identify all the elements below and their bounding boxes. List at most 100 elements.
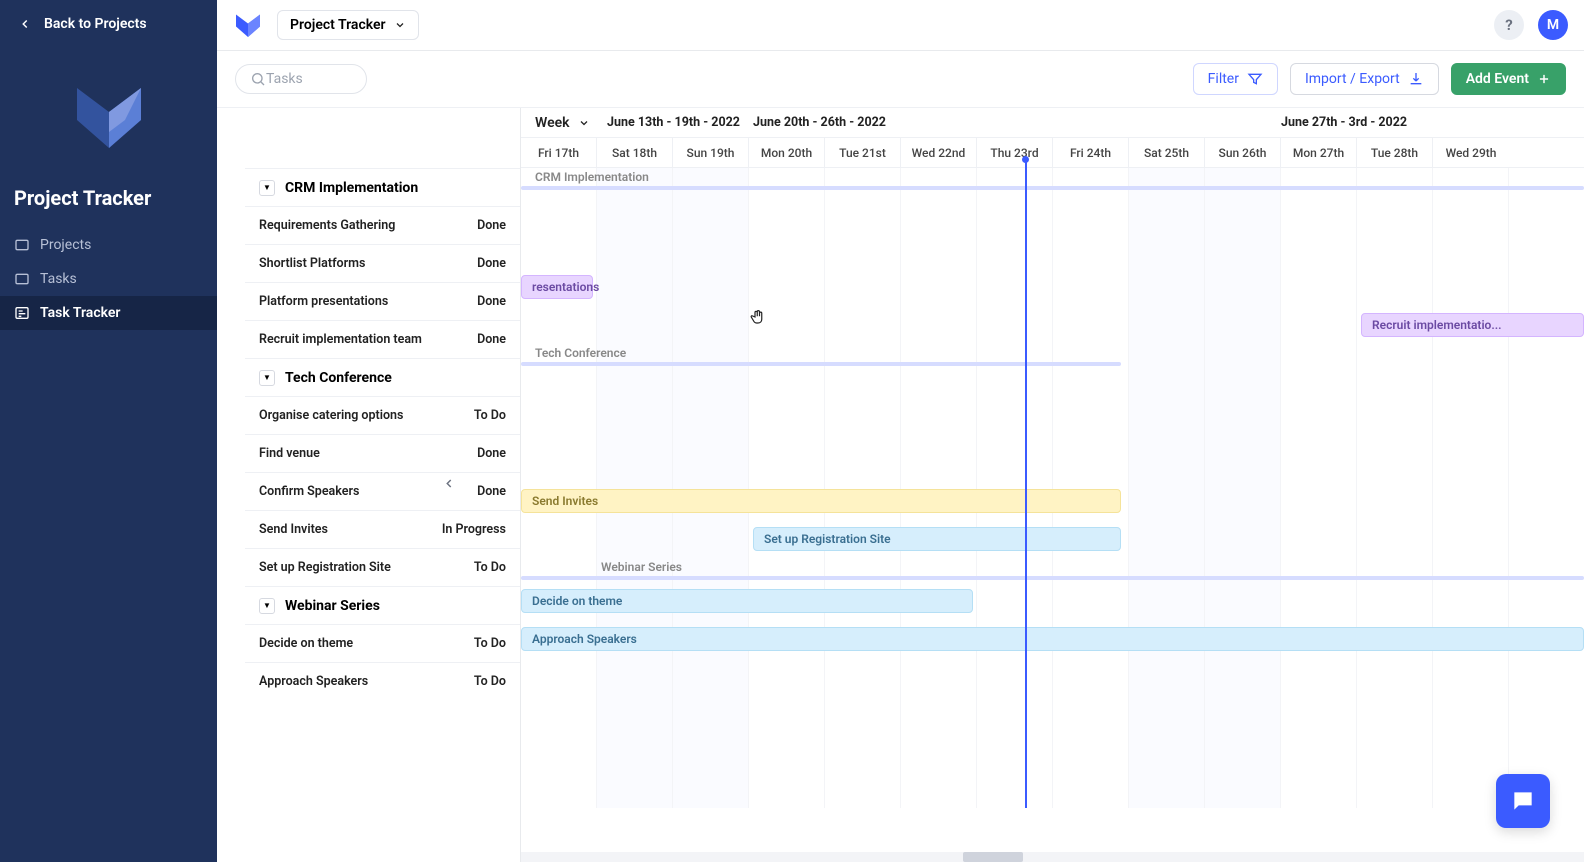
sidebar-item-tasks[interactable]: Tasks [0, 262, 217, 296]
chat-launcher[interactable] [1496, 774, 1550, 828]
timeline-group-label: CRM Implementation [535, 170, 649, 184]
task-status: Done [477, 484, 506, 499]
week-range-label: June 20th - 26th - 2022 [753, 115, 886, 130]
day-header: Fri 17thSat 18thSun 19thMon 20thTue 21st… [521, 138, 1584, 168]
day-header-cell: Tue 28th [1357, 138, 1433, 167]
back-to-projects[interactable]: Back to Projects [0, 0, 217, 48]
task-status: Done [477, 446, 506, 461]
task-name: Decide on theme [259, 636, 353, 651]
task-row[interactable]: Platform presentations Done [245, 282, 520, 320]
caret-down-icon: ▼ [259, 180, 275, 196]
caret-down-icon: ▼ [259, 370, 275, 386]
add-event-button[interactable]: Add Event [1451, 63, 1566, 95]
sidebar-item-label: Tasks [40, 271, 77, 287]
filter-icon [1247, 71, 1263, 87]
task-name: Requirements Gathering [259, 218, 395, 233]
sidebar-item-label: Task Tracker [40, 305, 120, 321]
group-name: Webinar Series [285, 598, 380, 614]
day-header-cell: Sun 26th [1205, 138, 1281, 167]
task-row[interactable]: Shortlist Platforms Done [245, 244, 520, 282]
task-row[interactable]: Decide on theme To Do [245, 624, 520, 662]
plus-icon [1537, 72, 1551, 86]
filter-label: Filter [1208, 71, 1239, 87]
task-row[interactable]: Confirm Speakers Done [245, 472, 520, 510]
timeline[interactable]: Week June 13th - 19th - 2022 June 20th -… [521, 108, 1584, 862]
timescale-select[interactable]: Week [535, 115, 590, 131]
project-name: Project Tracker [290, 17, 386, 33]
project-selector[interactable]: Project Tracker [277, 10, 419, 40]
help-button[interactable]: ? [1494, 10, 1524, 40]
scrollbar-thumb[interactable] [963, 852, 1023, 862]
horizontal-scrollbar[interactable] [493, 852, 1584, 862]
week-range-label: June 27th - 3rd - 2022 [1281, 115, 1407, 130]
bar-platform-presentations[interactable]: resentations [521, 275, 593, 299]
task-row[interactable]: Set up Registration Site To Do [245, 548, 520, 586]
task-name: Send Invites [259, 522, 328, 537]
task-row[interactable]: Approach SpeakersTo Do [245, 662, 520, 700]
day-header-cell: Fri 24th [1053, 138, 1129, 167]
task-status: Done [477, 332, 506, 347]
toolbar: Filter Import / Export Add Event [217, 51, 1584, 107]
bar-send-invites[interactable]: Send Invites [521, 489, 1121, 513]
list-icon [14, 271, 30, 287]
download-icon [1408, 71, 1424, 87]
bar-setup-registration[interactable]: Set up Registration Site [753, 527, 1121, 551]
gantt-icon [14, 305, 30, 321]
task-status: Done [477, 218, 506, 233]
list-icon [14, 237, 30, 253]
bar-approach-speakers[interactable]: Approach Speakers [521, 627, 1584, 651]
task-status: To Do [474, 636, 506, 651]
task-row[interactable]: Requirements Gathering Done [245, 206, 520, 244]
hand-cursor-icon [749, 308, 767, 330]
task-name: Confirm Speakers [259, 484, 359, 499]
group-header-webinar[interactable]: ▼ Webinar Series [245, 586, 520, 624]
add-label: Add Event [1466, 71, 1529, 87]
chevron-down-icon [394, 19, 406, 31]
filter-button[interactable]: Filter [1193, 63, 1278, 95]
task-status: To Do [474, 674, 506, 689]
chevron-left-icon [18, 17, 32, 31]
today-indicator [1025, 162, 1027, 808]
day-header-cell: Sat 18th [597, 138, 673, 167]
week-range-label: June 13th - 19th - 2022 [607, 115, 740, 130]
task-status: In Progress [442, 522, 506, 537]
sidebar-item-task-tracker[interactable]: Task Tracker [0, 296, 217, 330]
group-header-tech[interactable]: ▼ Tech Conference [245, 358, 520, 396]
group-track [521, 576, 1584, 580]
timeline-group-label: Tech Conference [535, 346, 626, 360]
day-header-cell: Sun 19th [673, 138, 749, 167]
day-header-cell: Wed 29th [1433, 138, 1509, 167]
bar-decide-theme[interactable]: Decide on theme [521, 589, 973, 613]
task-row[interactable]: Organise catering optionsTo Do [245, 396, 520, 434]
search-input-wrap[interactable] [235, 64, 367, 94]
search-input[interactable] [266, 71, 346, 87]
caret-down-icon: ▼ [259, 598, 275, 614]
fox-logo-icon [69, 76, 149, 156]
day-header-cell: Thu 23rd [977, 138, 1053, 167]
task-name: Platform presentations [259, 294, 388, 309]
timeline-group-label: Webinar Series [601, 560, 682, 574]
task-row[interactable]: Send Invites In Progress [245, 510, 520, 548]
tasklist-panel: ▼ CRM Implementation Requirements Gather… [245, 108, 521, 862]
avatar[interactable]: M [1538, 10, 1568, 40]
sidebar-item-projects[interactable]: Projects [0, 228, 217, 262]
task-name: Shortlist Platforms [259, 256, 365, 271]
import-label: Import / Export [1305, 71, 1400, 87]
task-name: Set up Registration Site [259, 560, 391, 575]
task-status: Done [477, 294, 506, 309]
sidebar-title: Project Tracker [0, 174, 217, 228]
task-row[interactable]: Recruit implementation team Done [245, 320, 520, 358]
task-name: Recruit implementation team [259, 332, 422, 347]
chat-icon [1510, 788, 1536, 814]
bar-recruit-team[interactable]: Recruit implementatio... [1361, 313, 1584, 337]
collapse-sidebar-handle[interactable] [442, 476, 456, 495]
task-status: Done [477, 256, 506, 271]
day-header-cell: Sat 25th [1129, 138, 1205, 167]
group-header-crm[interactable]: ▼ CRM Implementation [245, 168, 520, 206]
group-track [521, 362, 1121, 366]
import-export-button[interactable]: Import / Export [1290, 63, 1439, 95]
timescale-label: Week [535, 115, 570, 131]
task-status: To Do [474, 408, 506, 423]
task-status: To Do [474, 560, 506, 575]
task-row[interactable]: Find venueDone [245, 434, 520, 472]
